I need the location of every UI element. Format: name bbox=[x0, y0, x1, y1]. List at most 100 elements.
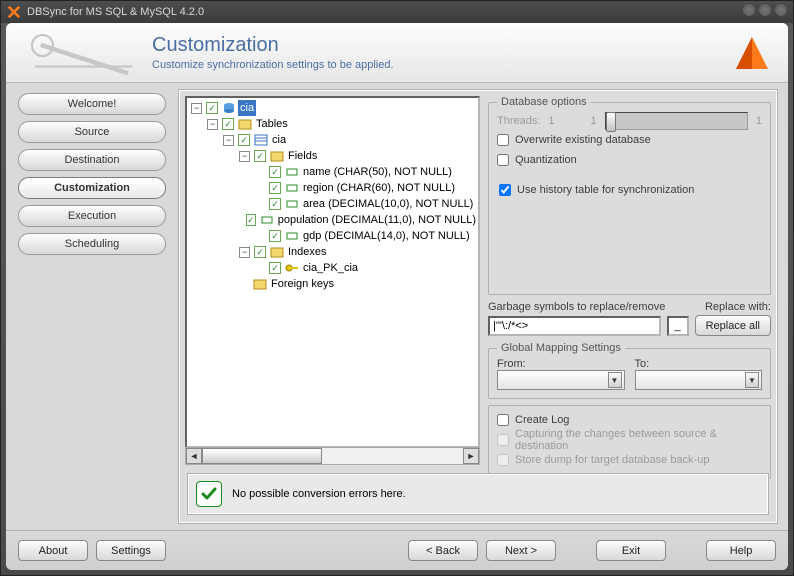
sidebar-item-customization[interactable]: Customization bbox=[18, 177, 166, 199]
maximize-icon[interactable] bbox=[759, 4, 771, 16]
sidebar: Welcome! Source Destination Customizatio… bbox=[12, 89, 172, 524]
garbage-symbols-label: Garbage symbols to replace/remove bbox=[488, 301, 665, 313]
mapping-from-label: From: bbox=[497, 358, 625, 370]
scroll-thumb[interactable] bbox=[202, 448, 322, 464]
tree-node-database[interactable]: cia bbox=[238, 100, 256, 116]
replace-all-button[interactable]: Replace all bbox=[695, 315, 771, 336]
sidebar-item-execution[interactable]: Execution bbox=[18, 205, 166, 227]
tree-node-field[interactable]: name (CHAR(50), NOT NULL) bbox=[301, 164, 454, 180]
tree-checkbox[interactable] bbox=[246, 214, 256, 226]
tree-node-tables[interactable]: Tables bbox=[254, 116, 290, 132]
about-button[interactable]: About bbox=[18, 540, 88, 561]
status-ok-icon bbox=[196, 481, 222, 507]
tree-node-foreign-keys[interactable]: Foreign keys bbox=[269, 276, 336, 292]
back-button[interactable]: < Back bbox=[408, 540, 478, 561]
tree-node-table[interactable]: cia bbox=[270, 132, 288, 148]
tree-collapse-icon[interactable]: − bbox=[239, 247, 250, 258]
tree-checkbox[interactable] bbox=[254, 150, 266, 162]
tree-collapse-icon[interactable]: − bbox=[223, 135, 234, 146]
tree-checkbox[interactable] bbox=[269, 182, 281, 194]
mapping-from-combo[interactable]: ▼ bbox=[497, 370, 625, 390]
history-table-checkbox[interactable] bbox=[499, 184, 511, 196]
tree-horizontal-scrollbar[interactable]: ◄ ► bbox=[185, 447, 480, 465]
tree-checkbox[interactable] bbox=[269, 262, 281, 274]
schema-tree-panel: − cia − Tables bbox=[185, 96, 480, 465]
database-options-group: Database options Threads: 1 1 1 bbox=[488, 96, 771, 295]
status-bar: No possible conversion errors here. bbox=[187, 473, 769, 515]
tree-collapse-icon[interactable]: − bbox=[191, 103, 202, 114]
replace-with-input[interactable] bbox=[667, 316, 689, 336]
threads-max: 1 bbox=[756, 115, 762, 127]
footer: About Settings < Back Next > Exit Help bbox=[6, 530, 788, 570]
quantization-checkbox[interactable] bbox=[497, 154, 509, 166]
content-panel: − cia − Tables bbox=[178, 89, 778, 524]
chevron-down-icon: ▼ bbox=[745, 372, 759, 388]
sidebar-item-welcome[interactable]: Welcome! bbox=[18, 93, 166, 115]
field-icon bbox=[260, 214, 274, 226]
garbage-symbols-input[interactable] bbox=[488, 316, 661, 336]
slider-thumb[interactable] bbox=[606, 112, 616, 132]
create-log-label: Create Log bbox=[515, 414, 569, 426]
mapping-to-combo[interactable]: ▼ bbox=[635, 370, 763, 390]
settings-button[interactable]: Settings bbox=[96, 540, 166, 561]
window-title: DBSync for MS SQL & MySQL 4.2.0 bbox=[27, 6, 204, 18]
store-dump-checkbox bbox=[497, 454, 509, 466]
overwrite-checkbox[interactable] bbox=[497, 134, 509, 146]
sidebar-item-scheduling[interactable]: Scheduling bbox=[18, 233, 166, 255]
threads-slider[interactable] bbox=[605, 112, 748, 130]
database-options-legend: Database options bbox=[497, 96, 591, 108]
tree-node-field[interactable]: area (DECIMAL(10,0), NOT NULL) bbox=[301, 196, 475, 212]
global-mapping-legend: Global Mapping Settings bbox=[497, 342, 625, 354]
tree-checkbox[interactable] bbox=[269, 230, 281, 242]
tree-node-fields[interactable]: Fields bbox=[286, 148, 319, 164]
tree-collapse-icon[interactable]: − bbox=[207, 119, 218, 130]
titlebar[interactable]: DBSync for MS SQL & MySQL 4.2.0 bbox=[1, 1, 793, 23]
field-icon bbox=[285, 182, 299, 194]
field-icon bbox=[285, 198, 299, 210]
schema-tree[interactable]: − cia − Tables bbox=[185, 96, 480, 448]
tree-node-indexes[interactable]: Indexes bbox=[286, 244, 329, 260]
help-button[interactable]: Help bbox=[706, 540, 776, 561]
tree-checkbox[interactable] bbox=[206, 102, 218, 114]
scroll-left-icon[interactable]: ◄ bbox=[186, 448, 202, 464]
tree-collapse-icon[interactable]: − bbox=[239, 151, 250, 162]
create-log-checkbox[interactable] bbox=[497, 414, 509, 426]
sidebar-item-source[interactable]: Source bbox=[18, 121, 166, 143]
exit-button[interactable]: Exit bbox=[596, 540, 666, 561]
threads-label: Threads: bbox=[497, 115, 540, 127]
database-icon bbox=[222, 102, 236, 114]
tree-node-field[interactable]: region (CHAR(60), NOT NULL) bbox=[301, 180, 457, 196]
tree-checkbox[interactable] bbox=[269, 198, 281, 210]
options-panel: Database options Threads: 1 1 1 bbox=[484, 90, 777, 465]
field-icon bbox=[285, 230, 299, 242]
main-area: Welcome! Source Destination Customizatio… bbox=[6, 83, 788, 530]
page-header: Customization Customize synchronization … bbox=[6, 23, 788, 83]
app-window: DBSync for MS SQL & MySQL 4.2.0 Customiz… bbox=[0, 0, 794, 576]
tree-checkbox[interactable] bbox=[222, 118, 234, 130]
next-button[interactable]: Next > bbox=[486, 540, 556, 561]
scroll-right-icon[interactable]: ► bbox=[463, 448, 479, 464]
chevron-down-icon: ▼ bbox=[608, 372, 622, 388]
log-options-group: Create Log Capturing the changes between… bbox=[488, 405, 771, 479]
capture-changes-checkbox bbox=[497, 434, 509, 446]
replace-with-label: Replace with: bbox=[705, 301, 771, 313]
tree-node-field[interactable]: gdp (DECIMAL(14,0), NOT NULL) bbox=[301, 228, 472, 244]
tree-checkbox[interactable] bbox=[269, 166, 281, 178]
folder-icon bbox=[270, 246, 284, 258]
capture-changes-label: Capturing the changes between source & d… bbox=[515, 428, 762, 452]
header-graphic bbox=[20, 28, 140, 78]
table-icon bbox=[254, 134, 268, 146]
sidebar-item-destination[interactable]: Destination bbox=[18, 149, 166, 171]
tree-node-index[interactable]: cia_PK_cia bbox=[301, 260, 360, 276]
close-icon[interactable] bbox=[775, 4, 787, 16]
tree-node-field[interactable]: population (DECIMAL(11,0), NOT NULL) bbox=[276, 212, 478, 228]
client-area: Customization Customize synchronization … bbox=[6, 23, 788, 570]
page-title: Customization bbox=[152, 34, 394, 57]
app-icon bbox=[7, 5, 21, 19]
tree-checkbox[interactable] bbox=[254, 246, 266, 258]
minimize-icon[interactable] bbox=[743, 4, 755, 16]
page-subtitle: Customize synchronization settings to be… bbox=[152, 59, 394, 71]
store-dump-label: Store dump for target database back-up bbox=[515, 454, 709, 466]
tree-checkbox[interactable] bbox=[238, 134, 250, 146]
scroll-track[interactable] bbox=[202, 448, 463, 464]
